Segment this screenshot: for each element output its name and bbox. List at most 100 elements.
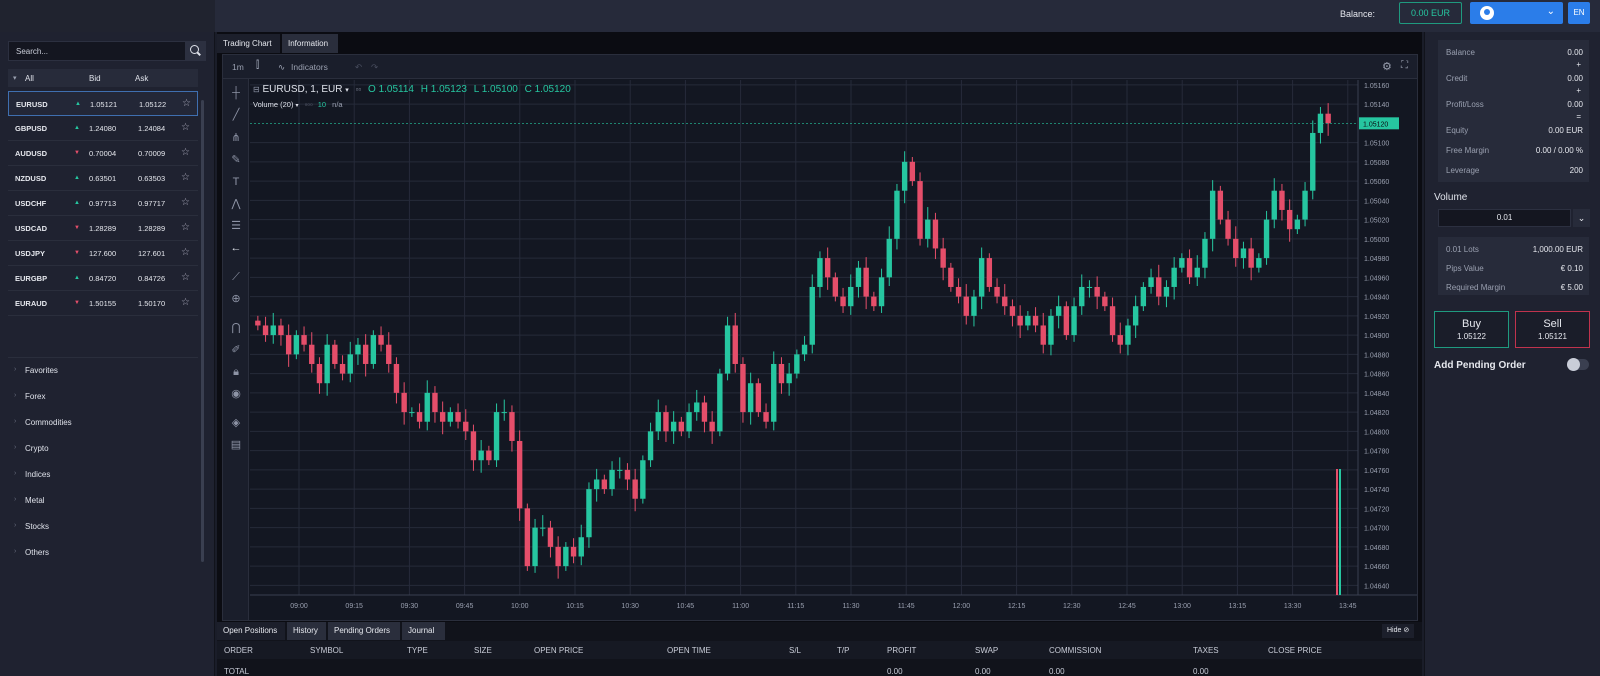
collapse-icon[interactable]: ⊟ <box>253 85 260 94</box>
column-header[interactable]: T/P <box>837 646 849 655</box>
category-item[interactable]: › Favorites <box>8 358 198 384</box>
category-item[interactable]: › Indices <box>8 462 198 488</box>
star-icon[interactable]: ☆ <box>181 122 190 133</box>
trash-icon[interactable]: ▤ <box>230 439 242 451</box>
star-icon[interactable]: ☆ <box>181 272 190 283</box>
star-icon[interactable]: ☆ <box>181 297 190 308</box>
fullscreen-icon[interactable]: ⛶ <box>1401 60 1408 71</box>
tab-information[interactable]: Information <box>282 34 338 53</box>
candle-type-icon[interactable]: ⫿ <box>256 60 259 71</box>
ruler-icon[interactable]: ⟋ <box>230 271 242 283</box>
legend-close: C 1.05120 <box>524 84 571 95</box>
star-icon[interactable]: ☆ <box>181 222 190 233</box>
column-header[interactable]: OPEN TIME <box>667 646 711 655</box>
symbol-row[interactable]: AUDUSD ▼ 0.70004 0.70009 ☆ <box>8 141 198 166</box>
legend-symbol[interactable]: EURUSD, 1, EUR <box>262 84 342 95</box>
symbol-row[interactable]: USDJPY ▼ 127.600 127.601 ☆ <box>8 241 198 266</box>
pending-order-toggle[interactable] <box>1567 358 1589 371</box>
tab-open-positions[interactable]: Open Positions <box>217 622 285 640</box>
layers-icon[interactable]: ◈ <box>230 417 242 429</box>
star-icon[interactable]: ☆ <box>181 197 190 208</box>
candle-body <box>1186 258 1193 278</box>
column-header[interactable]: ORDER <box>224 646 253 655</box>
hide-panel-button[interactable]: Hide ⊘ <box>1382 624 1414 638</box>
account-row-value: 0.00 <box>1567 100 1583 109</box>
category-item[interactable]: › Stocks <box>8 514 198 540</box>
total-commission: 0.00 <box>1049 667 1065 676</box>
candle-body <box>1233 238 1239 259</box>
tab-history[interactable]: History <box>287 622 326 640</box>
symbol-row[interactable]: NZDUSD ▲ 0.63501 0.63503 ☆ <box>8 166 198 191</box>
redo-icon[interactable]: ↷ <box>371 62 378 73</box>
tab-pending-orders[interactable]: Pending Orders <box>328 622 400 640</box>
trend-line-icon[interactable]: ╱ <box>230 109 242 121</box>
column-header[interactable]: SIZE <box>474 646 492 655</box>
indicators-icon[interactable]: ∿ <box>278 62 285 73</box>
column-header[interactable]: OPEN PRICE <box>534 646 583 655</box>
symbol-name: GBPUSD <box>15 124 48 133</box>
chevron-down-icon[interactable]: ▾ <box>345 87 349 94</box>
column-header[interactable]: TYPE <box>407 646 428 655</box>
star-icon[interactable]: ☆ <box>181 147 190 158</box>
chevron-down-icon[interactable]: ▾ <box>13 74 17 82</box>
star-icon[interactable]: ☆ <box>181 172 190 183</box>
symbol-row[interactable]: EURAUD ▼ 1.50155 1.50170 ☆ <box>8 291 198 316</box>
symbol-row[interactable]: GBPUSD ▲ 1.24080 1.24084 ☆ <box>8 116 198 141</box>
star-icon[interactable]: ☆ <box>181 247 190 258</box>
fib-icon[interactable]: ☰ <box>230 220 242 232</box>
legend-buttons-icon[interactable]: ▫▫ <box>356 85 362 94</box>
chevron-down-icon[interactable]: ▾ <box>296 103 299 109</box>
symbol-row[interactable]: EURGBP ▲ 0.84720 0.84726 ☆ <box>8 266 198 291</box>
indicators-button[interactable]: Indicators <box>291 62 328 72</box>
magnet-icon[interactable]: ⋂ <box>230 322 242 334</box>
tab-journal[interactable]: Journal <box>402 622 445 640</box>
category-item[interactable]: › Metal <box>8 488 198 514</box>
volume-input[interactable]: 0.01 <box>1438 209 1571 227</box>
pitchfork-icon[interactable]: ⋔ <box>230 132 242 144</box>
user-menu-button[interactable]: ⌄ <box>1470 2 1563 24</box>
column-header[interactable]: PROFIT <box>887 646 916 655</box>
symbol-row[interactable]: USDCAD ▼ 1.28289 1.28289 ☆ <box>8 216 198 241</box>
brush-icon[interactable]: ✎ <box>230 154 242 166</box>
category-item[interactable]: › Crypto <box>8 436 198 462</box>
x-tick-label: 11:45 <box>898 603 915 610</box>
star-icon[interactable]: ☆ <box>182 98 191 109</box>
eye-icon[interactable]: ◉ <box>230 388 242 400</box>
category-item[interactable]: › Others <box>8 540 198 566</box>
x-tick-label: 13:00 <box>1173 603 1191 610</box>
settings-gear-icon[interactable]: ⚙ <box>1382 60 1392 73</box>
column-all[interactable]: All <box>25 74 34 83</box>
text-tool-icon[interactable]: T <box>230 176 242 188</box>
arrow-back-icon[interactable]: ← <box>230 242 242 254</box>
lock-icon[interactable]: 🔒︎ <box>230 366 242 378</box>
symbol-search-input[interactable]: Search... <box>8 41 206 61</box>
volume-dropdown-chevron-icon[interactable]: ⌄ <box>1573 209 1590 227</box>
watchlist-scrollbar[interactable] <box>201 100 204 562</box>
buy-button[interactable]: Buy 1.05122 <box>1434 311 1509 348</box>
volume-buttons-icon[interactable]: ▫▫▫ <box>305 100 313 109</box>
undo-icon[interactable]: ↶ <box>355 62 362 73</box>
sell-button[interactable]: Sell 1.05121 <box>1515 311 1590 348</box>
candle-body <box>1094 286 1100 297</box>
column-header[interactable]: SWAP <box>975 646 998 655</box>
crosshair-icon[interactable]: ┼ <box>230 87 242 99</box>
symbol-row[interactable]: USDCHF ▲ 0.97713 0.97717 ☆ <box>8 191 198 216</box>
column-header[interactable]: COMMISSION <box>1049 646 1101 655</box>
interval-selector[interactable]: 1m <box>232 62 244 72</box>
lock-drawing-icon[interactable]: ✐ <box>230 344 242 356</box>
symbol-row[interactable]: EURUSD ▲ 1.05121 1.05122 ☆ <box>8 91 198 116</box>
search-icon[interactable] <box>185 42 205 60</box>
price-chart[interactable]: 1.05160 1.05140 1.05100 1.05080 1.05060 1.050… <box>250 80 1417 621</box>
zoom-in-icon[interactable]: ⊕ <box>230 293 242 305</box>
column-header[interactable]: S/L <box>789 646 801 655</box>
pattern-icon[interactable]: ⋀ <box>230 198 242 210</box>
column-header[interactable]: CLOSE PRICE <box>1268 646 1322 655</box>
tab-trading-chart[interactable]: Trading Chart <box>217 34 280 53</box>
volume-label[interactable]: Volume (20) <box>253 100 293 109</box>
y-tick-label: 1.05060 <box>1364 179 1389 186</box>
column-header[interactable]: TAXES <box>1193 646 1219 655</box>
language-button[interactable]: EN <box>1568 2 1590 24</box>
category-item[interactable]: › Commodities <box>8 410 198 436</box>
category-item[interactable]: › Forex <box>8 384 198 410</box>
column-header[interactable]: SYMBOL <box>310 646 343 655</box>
